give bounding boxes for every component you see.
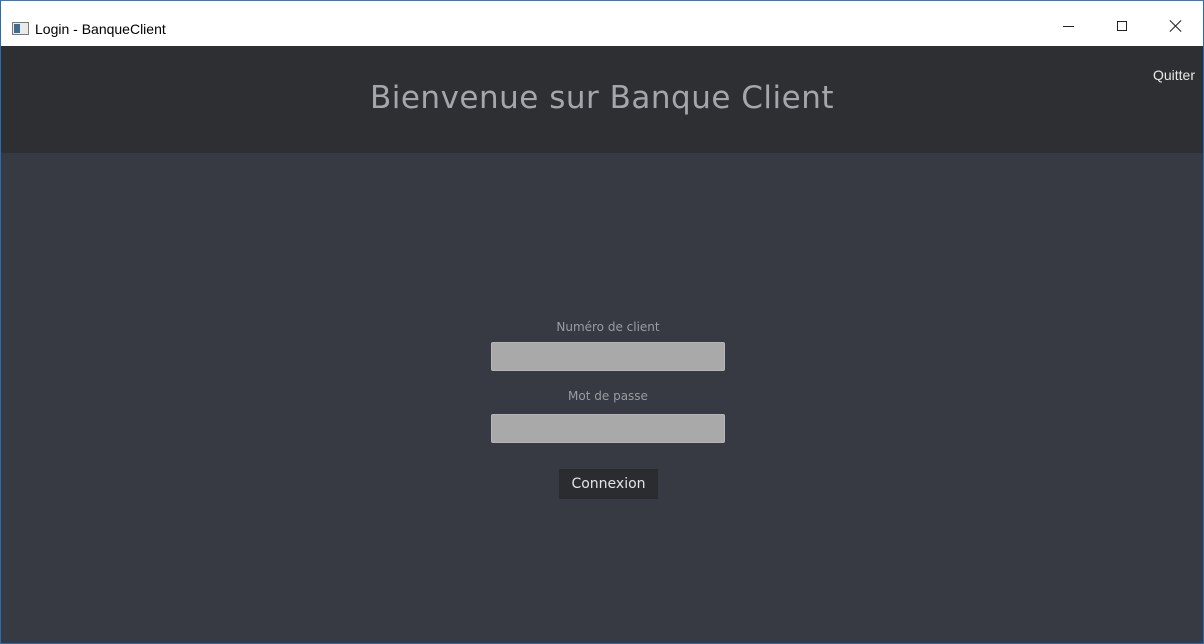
maximize-icon: [1117, 21, 1127, 31]
window-title: Login - BanqueClient: [35, 21, 166, 37]
quit-button[interactable]: Quitter: [1153, 67, 1195, 83]
client-number-label: Numéro de client: [556, 320, 660, 334]
minimize-icon: [1062, 25, 1074, 27]
app-header: Bienvenue sur Banque Client Quitter: [1, 46, 1203, 153]
login-panel: Numéro de client Mot de passe Connexion: [1, 153, 1203, 643]
close-icon: [1169, 19, 1183, 33]
title-bar[interactable]: Login - BanqueClient: [1, 1, 1203, 46]
page-title: Bienvenue sur Banque Client: [369, 80, 835, 116]
login-button[interactable]: Connexion: [559, 469, 658, 499]
minimize-button[interactable]: [1045, 11, 1091, 41]
password-input[interactable]: [491, 414, 725, 443]
client-number-input[interactable]: [491, 342, 725, 371]
app-window-icon[interactable]: [12, 22, 29, 35]
close-button[interactable]: [1153, 11, 1199, 41]
maximize-button[interactable]: [1099, 11, 1145, 41]
password-label: Mot de passe: [568, 389, 648, 403]
app-window: Login - BanqueClient Bienvenue sur Banqu…: [0, 0, 1204, 644]
